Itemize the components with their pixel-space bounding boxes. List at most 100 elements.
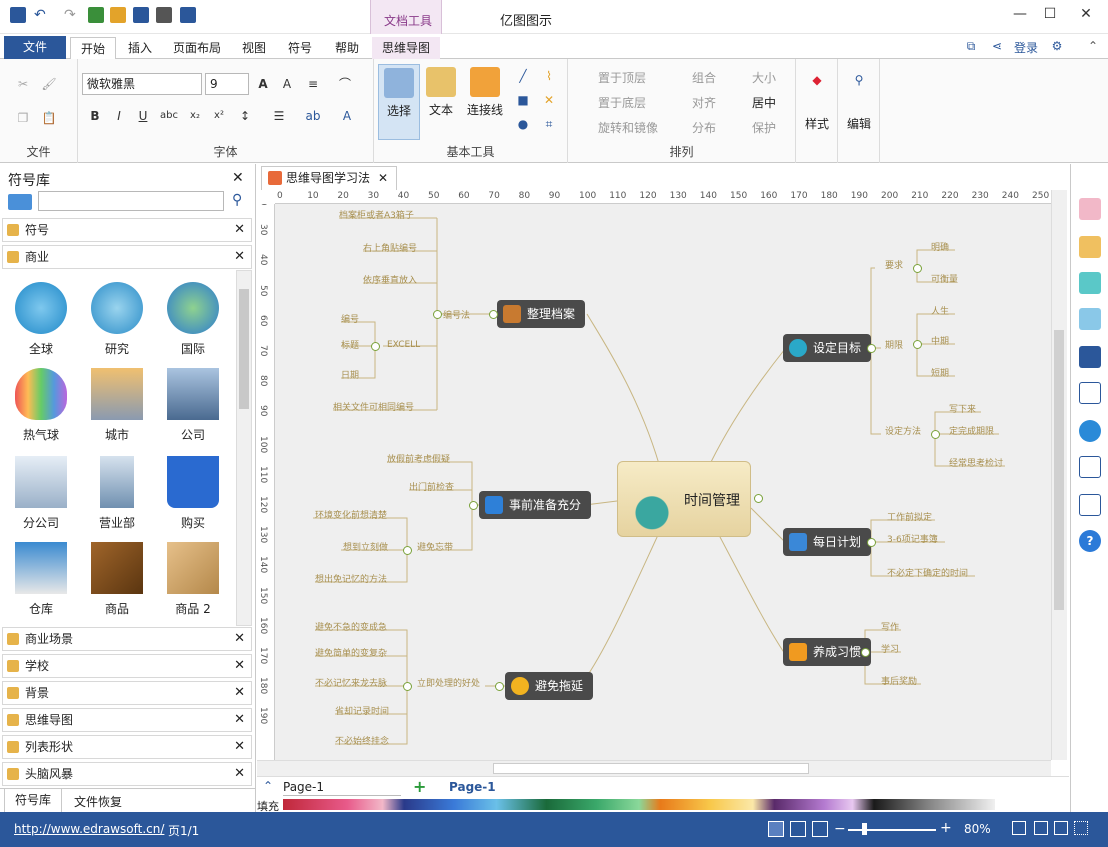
grid-icon[interactable]: [1074, 821, 1088, 835]
subtopic[interactable]: 学习: [881, 642, 899, 655]
cut-icon[interactable]: ✂: [14, 75, 32, 93]
bullets-icon[interactable]: ☰: [270, 107, 288, 125]
page-properties-icon[interactable]: [1079, 382, 1101, 404]
category-background[interactable]: 背景 ✕: [2, 681, 252, 705]
ellipse-icon[interactable]: ●: [514, 115, 532, 133]
zoom-slider-thumb[interactable]: [862, 823, 867, 835]
text-tool-button[interactable]: 文本: [420, 64, 462, 140]
fill-bucket-icon[interactable]: [1079, 198, 1101, 220]
subtopic[interactable]: 环境变化前想清楚: [315, 508, 387, 521]
style-icon[interactable]: ◆: [808, 71, 826, 89]
collapse-knob[interactable]: [867, 344, 876, 353]
align-button[interactable]: 对齐: [692, 94, 716, 111]
add-page-icon[interactable]: +: [413, 777, 426, 796]
page-select[interactable]: Page-1: [283, 780, 401, 796]
print-icon[interactable]: [156, 7, 172, 23]
open-icon[interactable]: [110, 7, 126, 23]
website-link[interactable]: http://www.edrawsoft.cn/: [14, 822, 164, 836]
horizontal-scroll-thumb[interactable]: [493, 763, 809, 774]
collapse-ribbon-icon[interactable]: ⌃: [1084, 37, 1102, 55]
bold-icon[interactable]: B: [86, 107, 104, 125]
cross-point-icon[interactable]: ✕: [540, 91, 558, 109]
tab-symbol-library[interactable]: 符号库: [4, 789, 62, 813]
collapse-knob[interactable]: [433, 310, 442, 319]
subtopic[interactable]: 不必记忆来龙去脉: [315, 676, 387, 689]
topic-delay[interactable]: 避免拖延: [505, 672, 594, 700]
superscript-icon[interactable]: x²: [210, 107, 228, 125]
category-business[interactable]: 商业 ✕: [2, 245, 252, 269]
collapse-knob[interactable]: [913, 340, 922, 349]
category-mindmap[interactable]: 思维导图 ✕: [2, 708, 252, 732]
tab-view[interactable]: 视图: [232, 37, 276, 59]
presentation-icon[interactable]: [812, 821, 828, 837]
symbol-branch[interactable]: 分公司: [9, 452, 73, 536]
normal-view-icon[interactable]: [768, 821, 784, 837]
tab-file[interactable]: 文件: [4, 36, 66, 59]
fit-page-icon[interactable]: [1012, 821, 1026, 835]
maximize-button[interactable]: ☐: [1040, 6, 1060, 26]
category-brainstorm[interactable]: 头脑风暴 ✕: [2, 762, 252, 786]
rotate-mirror-button[interactable]: 旋转和镜像: [598, 119, 658, 136]
subtopic[interactable]: 不必定下确定的时间: [887, 566, 968, 579]
image-icon[interactable]: [1079, 308, 1101, 330]
attachment-icon[interactable]: [1079, 456, 1101, 478]
category-close-icon[interactable]: ✕: [234, 219, 245, 241]
subtopic[interactable]: 可衡量: [931, 272, 958, 285]
subtopic[interactable]: 写下来: [949, 402, 976, 415]
font-name-select[interactable]: 微软雅黑: [82, 73, 202, 95]
symbol-company[interactable]: 公司: [161, 364, 225, 448]
symbol-balloon[interactable]: 热气球: [9, 364, 73, 448]
center-button[interactable]: 居中: [752, 94, 776, 111]
subtopic[interactable]: 放假前考虑假疑: [387, 452, 450, 465]
subtopic[interactable]: 不必始终挂念: [335, 734, 389, 747]
subtopic[interactable]: 右上角贴编号: [363, 241, 417, 254]
help-icon[interactable]: ?: [1079, 530, 1101, 552]
subtopic[interactable]: 短期: [931, 366, 949, 379]
drawing-canvas[interactable]: 时间管理 整理档案 事前准备充分 避免拖延 设定目标 每日计划 养成习惯 编号法…: [275, 204, 1051, 760]
text-highlight-icon[interactable]: ab: [304, 107, 322, 125]
zoom-in-icon[interactable]: +: [940, 820, 952, 836]
category-close-icon[interactable]: ✕: [234, 628, 245, 650]
symbol-warehouse[interactable]: 仓库: [9, 538, 73, 622]
topic-archive[interactable]: 整理档案: [497, 300, 586, 328]
tab-home[interactable]: 开始: [70, 37, 117, 60]
collapse-knob[interactable]: [913, 264, 922, 273]
subtopic[interactable]: 明确: [931, 240, 949, 253]
bring-front-button[interactable]: 置于顶层: [598, 69, 646, 86]
symbol-sales[interactable]: 营业部: [85, 452, 149, 536]
horizontal-scrollbar[interactable]: [257, 760, 1051, 776]
underline-icon[interactable]: U: [134, 107, 152, 125]
symbol-research[interactable]: 研究: [85, 278, 149, 362]
select-tool-button[interactable]: 选择: [378, 64, 420, 140]
category-close-icon[interactable]: ✕: [234, 709, 245, 731]
tab-symbol[interactable]: 符号: [278, 37, 322, 59]
shrink-font-icon[interactable]: A: [278, 75, 296, 93]
italic-icon[interactable]: I: [110, 107, 128, 125]
category-business-scene[interactable]: 商业场景 ✕: [2, 627, 252, 651]
hyperlink-icon[interactable]: [1079, 420, 1101, 442]
subtopic[interactable]: 3-6项记事簿: [887, 532, 938, 545]
line-pen-icon[interactable]: [1079, 236, 1101, 258]
library-scrollbar[interactable]: [236, 270, 252, 626]
subtopic[interactable]: 中期: [931, 334, 949, 347]
tab-insert[interactable]: 插入: [118, 37, 162, 59]
category-close-icon[interactable]: ✕: [234, 655, 245, 677]
expand-knob[interactable]: [754, 494, 763, 503]
font-size-select[interactable]: 9: [205, 73, 249, 95]
category-close-icon[interactable]: ✕: [234, 736, 245, 758]
collapse-knob[interactable]: [489, 310, 498, 319]
tab-mindmap[interactable]: 思维导图: [372, 37, 441, 59]
subtopic[interactable]: 要求: [885, 258, 903, 271]
subtopic[interactable]: 经常思考检讨: [949, 456, 1003, 469]
topic-habit[interactable]: 养成习惯: [783, 638, 872, 666]
connector-tool-button[interactable]: 连接线: [460, 64, 510, 140]
subtopic[interactable]: 写作: [881, 620, 899, 633]
vertical-scroll-thumb[interactable]: [1054, 330, 1064, 610]
topic-goal[interactable]: 设定目标: [783, 334, 872, 362]
category-list-shapes[interactable]: 列表形状 ✕: [2, 735, 252, 759]
distribute-button[interactable]: 分布: [692, 119, 716, 136]
category-close-icon[interactable]: ✕: [234, 763, 245, 785]
line-spacing-icon[interactable]: ↕: [236, 107, 254, 125]
document-tab-close-icon[interactable]: ✕: [378, 167, 388, 189]
library-search-input[interactable]: [38, 191, 224, 211]
